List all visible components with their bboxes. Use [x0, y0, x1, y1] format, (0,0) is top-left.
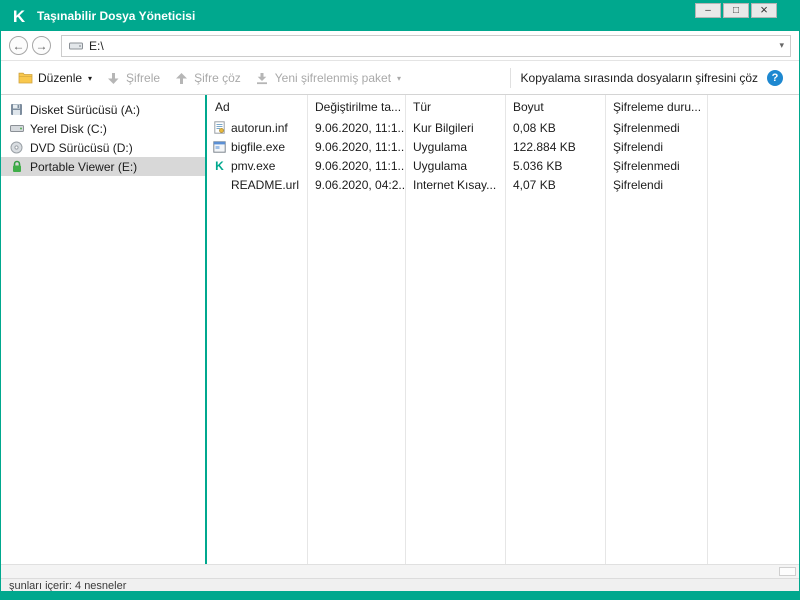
- main-area: Disket Sürücüsü (A:) Yerel Disk (C:) DVD…: [1, 95, 799, 564]
- back-button[interactable]: ←: [9, 36, 28, 55]
- file-type: Uygulama: [413, 158, 468, 173]
- sidebar-item-label: DVD Sürücüsü (D:): [30, 140, 133, 155]
- drive-icon: [68, 41, 83, 51]
- file-modified: 9.06.2020, 11:1...: [315, 158, 405, 173]
- file-modified: 9.06.2020, 04:2...: [315, 177, 405, 192]
- new-encrypted-package-icon: [255, 72, 270, 85]
- toolbar: Düzenle ▾ Şifrele Şifre çöz Yeni şifrele…: [1, 62, 799, 95]
- drive-tree: Disket Sürücüsü (A:) Yerel Disk (C:) DVD…: [1, 95, 205, 564]
- file-name-cell: K pmv.exe: [207, 159, 307, 173]
- file-row[interactable]: bigfile.exe 9.06.2020, 11:1... Uygulama …: [207, 137, 799, 156]
- encrypt-arrow-down-icon: [106, 72, 121, 85]
- column-gridline: [605, 95, 606, 564]
- kaspersky-logo-icon: K: [12, 6, 26, 26]
- window-controls: – □ ×: [695, 3, 777, 18]
- window-title: Taşınabilir Dosya Yöneticisi: [37, 9, 196, 23]
- file-row[interactable]: K pmv.exe 9.06.2020, 11:1... Uygulama 5.…: [207, 156, 799, 175]
- file-row[interactable]: README.url 9.06.2020, 04:2... Internet K…: [207, 175, 799, 194]
- file-modified: 9.06.2020, 11:1...: [315, 120, 405, 135]
- floppy-icon: [9, 103, 24, 116]
- exe-file-icon: [213, 140, 226, 153]
- column-header-size[interactable]: Boyut: [505, 100, 605, 114]
- column-gridline: [707, 95, 708, 564]
- address-dropdown-icon[interactable]: ▾: [779, 40, 784, 51]
- duzenle-label: Düzenle: [38, 71, 83, 85]
- portable-file-manager-window: K Taşınabilir Dosya Yöneticisi – □ × ← →…: [0, 0, 800, 600]
- minimize-icon: –: [705, 4, 711, 16]
- column-gridline: [505, 95, 506, 564]
- toolbar-separator: [509, 68, 511, 88]
- address-bar[interactable]: E:\ ▾: [61, 34, 791, 57]
- file-status: Şifrelenmedi: [613, 158, 680, 173]
- column-gridline: [307, 95, 308, 564]
- address-text: E:\: [89, 38, 104, 53]
- maximize-icon: □: [732, 4, 740, 16]
- column-header-modified[interactable]: Değiştirilme ta...: [307, 100, 405, 114]
- column-gridline: [405, 95, 406, 564]
- sidebar-item-drive-e[interactable]: Portable Viewer (E:): [1, 157, 205, 176]
- close-button[interactable]: ×: [751, 3, 777, 18]
- file-size: 5.036 KB: [513, 158, 563, 173]
- sidebar-item-drive-d[interactable]: DVD Sürücüsü (D:): [1, 138, 205, 157]
- dvd-icon: [9, 141, 24, 154]
- sifrele-label: Şifrele: [126, 71, 161, 85]
- sidebar-item-label: Portable Viewer (E:): [30, 159, 138, 174]
- maximize-button[interactable]: □: [723, 3, 749, 18]
- file-name: autorun.inf: [231, 120, 288, 135]
- forward-button[interactable]: →: [32, 36, 51, 55]
- folder-icon: [18, 72, 33, 84]
- titlebar: K Taşınabilir Dosya Yöneticisi – □ ×: [1, 1, 799, 31]
- decrypt-on-copy-label[interactable]: Kopyalama sırasında dosyaların şifresini…: [521, 71, 758, 85]
- forward-icon: →: [35, 38, 48, 53]
- navigation-bar: ← → E:\ ▾: [1, 31, 799, 61]
- file-modified: 9.06.2020, 11:1...: [315, 139, 405, 154]
- file-type: Kur Bilgileri: [413, 120, 474, 135]
- yeni-paket-label: Yeni şifrelenmiş paket: [274, 71, 392, 85]
- column-header-type[interactable]: Tür: [405, 100, 505, 114]
- file-name: pmv.exe: [231, 158, 276, 173]
- yeni-sifrelenmis-paket-button[interactable]: Yeni şifrelenmiş paket ▾: [248, 67, 408, 89]
- file-size: 4,07 KB: [513, 177, 556, 192]
- close-icon: ×: [760, 2, 768, 17]
- list-header: Ad Değiştirilme ta... Tür Boyut Şifrelem…: [207, 95, 799, 118]
- file-name: bigfile.exe: [231, 139, 286, 154]
- file-name-cell: bigfile.exe: [207, 140, 307, 154]
- sidebar-item-label: Disket Sürücüsü (A:): [30, 102, 141, 117]
- file-type: Internet Kısay...: [413, 177, 497, 192]
- dropdown-icon: ▾: [397, 73, 402, 83]
- file-status: Şifrelendi: [613, 177, 664, 192]
- file-status: Şifrelenmedi: [613, 120, 680, 135]
- file-status: Şifrelendi: [613, 139, 664, 154]
- sifre-coz-button[interactable]: Şifre çöz: [167, 67, 248, 89]
- column-header-status[interactable]: Şifreleme duru...: [605, 100, 707, 114]
- minimize-button[interactable]: –: [695, 3, 721, 18]
- inf-file-icon: [213, 121, 226, 134]
- file-name: README.url: [231, 177, 300, 192]
- hdd-icon: [9, 123, 24, 134]
- file-row[interactable]: autorun.inf 9.06.2020, 11:1... Kur Bilgi…: [207, 118, 799, 137]
- sifre-coz-label: Şifre çöz: [194, 71, 241, 85]
- decrypt-arrow-up-icon: [174, 72, 189, 85]
- horizontal-scrollbar[interactable]: [1, 564, 799, 578]
- dropdown-icon: ▾: [88, 73, 93, 83]
- sidebar-item-drive-a[interactable]: Disket Sürücüsü (A:): [1, 100, 205, 119]
- file-name-cell: autorun.inf: [207, 121, 307, 135]
- column-header-name[interactable]: Ad: [207, 100, 307, 114]
- help-icon[interactable]: ?: [767, 70, 783, 86]
- duzenle-button[interactable]: Düzenle ▾: [11, 67, 99, 89]
- lock-icon: [9, 160, 24, 173]
- file-type: Uygulama: [413, 139, 468, 154]
- sidebar-item-drive-c[interactable]: Yerel Disk (C:): [1, 119, 205, 138]
- kaspersky-app-icon: K: [215, 158, 224, 173]
- bottom-accent-strip: [1, 591, 799, 599]
- sidebar-item-label: Yerel Disk (C:): [30, 121, 107, 136]
- file-name-cell: README.url: [207, 178, 307, 192]
- file-list-pane: Ad Değiştirilme ta... Tür Boyut Şifrelem…: [207, 95, 799, 564]
- file-size: 0,08 KB: [513, 120, 556, 135]
- scrollbar-thumb[interactable]: [779, 567, 796, 576]
- file-size: 122.884 KB: [513, 139, 576, 154]
- sifrele-button[interactable]: Şifrele: [99, 67, 167, 89]
- back-icon: ←: [12, 38, 25, 53]
